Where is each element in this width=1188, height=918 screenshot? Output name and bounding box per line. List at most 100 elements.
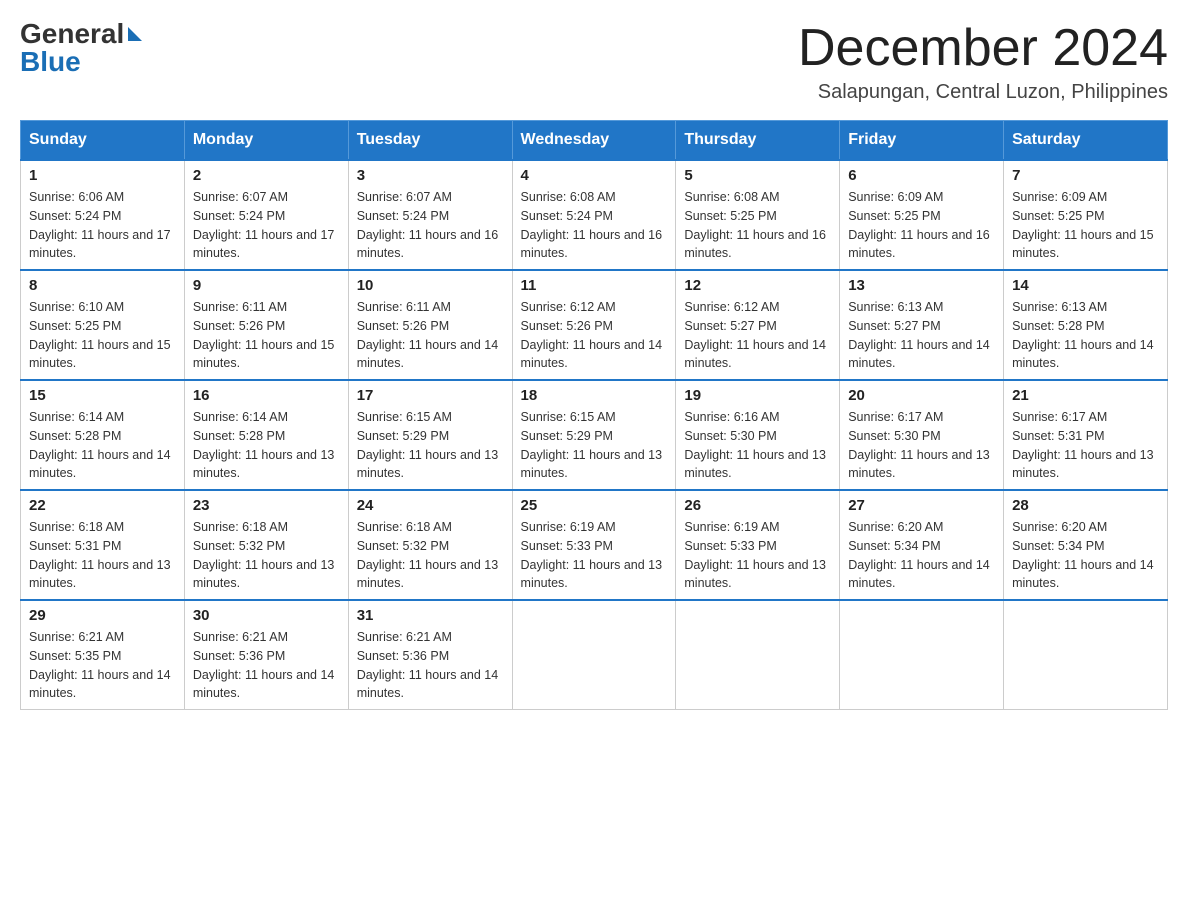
day-number: 5 xyxy=(684,167,831,184)
day-number: 20 xyxy=(848,387,995,404)
day-number: 27 xyxy=(848,497,995,514)
day-info: Sunrise: 6:20 AMSunset: 5:34 PMDaylight:… xyxy=(1012,518,1159,593)
month-title: December 2024 xyxy=(798,20,1168,77)
day-info: Sunrise: 6:09 AMSunset: 5:25 PMDaylight:… xyxy=(848,188,995,263)
calendar-cell: 24Sunrise: 6:18 AMSunset: 5:32 PMDayligh… xyxy=(348,490,512,600)
location-text: Salapungan, Central Luzon, Philippines xyxy=(798,81,1168,104)
day-info: Sunrise: 6:21 AMSunset: 5:36 PMDaylight:… xyxy=(193,628,340,703)
day-info: Sunrise: 6:17 AMSunset: 5:30 PMDaylight:… xyxy=(848,408,995,483)
day-number: 6 xyxy=(848,167,995,184)
day-number: 30 xyxy=(193,607,340,624)
day-info: Sunrise: 6:15 AMSunset: 5:29 PMDaylight:… xyxy=(521,408,668,483)
calendar-cell: 4 Sunrise: 6:08 AMSunset: 5:24 PMDaylight… xyxy=(512,160,676,270)
day-number: 17 xyxy=(357,387,504,404)
calendar-cell: 30 Sunrise: 6:21 AMSunset: 5:36 PMDayligh… xyxy=(184,600,348,710)
calendar-cell: 12 Sunrise: 6:12 AMSunset: 5:27 PMDayligh… xyxy=(676,270,840,380)
week-row-3: 15Sunrise: 6:14 AMSunset: 5:28 PMDayligh… xyxy=(21,380,1168,490)
day-info: Sunrise: 6:07 AMSunset: 5:24 PMDaylight:… xyxy=(193,188,340,263)
calendar-cell: 25 Sunrise: 6:19 AMSunset: 5:33 PMDayligh… xyxy=(512,490,676,600)
day-number: 16 xyxy=(193,387,340,404)
calendar-cell: 31 Sunrise: 6:21 AMSunset: 5:36 PMDayligh… xyxy=(348,600,512,710)
calendar-cell: 29Sunrise: 6:21 AMSunset: 5:35 PMDayligh… xyxy=(21,600,185,710)
logo-general-text: General xyxy=(20,20,124,48)
calendar-cell: 18 Sunrise: 6:15 AMSunset: 5:29 PMDayligh… xyxy=(512,380,676,490)
day-info: Sunrise: 6:07 AMSunset: 5:24 PMDaylight:… xyxy=(357,188,504,263)
column-header-wednesday: Wednesday xyxy=(512,121,676,161)
calendar-cell: 14 Sunrise: 6:13 AMSunset: 5:28 PMDayligh… xyxy=(1004,270,1168,380)
calendar-cell: 2 Sunrise: 6:07 AMSunset: 5:24 PMDaylight… xyxy=(184,160,348,270)
calendar-header-row: SundayMondayTuesdayWednesdayThursdayFrid… xyxy=(21,121,1168,161)
day-number: 13 xyxy=(848,277,995,294)
day-number: 1 xyxy=(29,167,176,184)
day-info: Sunrise: 6:13 AMSunset: 5:28 PMDaylight:… xyxy=(1012,298,1159,373)
week-row-5: 29Sunrise: 6:21 AMSunset: 5:35 PMDayligh… xyxy=(21,600,1168,710)
calendar-cell: 1 Sunrise: 6:06 AMSunset: 5:24 PMDaylight… xyxy=(21,160,185,270)
calendar-cell xyxy=(512,600,676,710)
calendar-cell: 21 Sunrise: 6:17 AMSunset: 5:31 PMDayligh… xyxy=(1004,380,1168,490)
logo-blue-text: Blue xyxy=(20,48,81,76)
column-header-friday: Friday xyxy=(840,121,1004,161)
day-number: 14 xyxy=(1012,277,1159,294)
day-number: 10 xyxy=(357,277,504,294)
calendar-table: SundayMondayTuesdayWednesdayThursdayFrid… xyxy=(20,120,1168,710)
day-info: Sunrise: 6:12 AMSunset: 5:27 PMDaylight:… xyxy=(684,298,831,373)
week-row-1: 1 Sunrise: 6:06 AMSunset: 5:24 PMDaylight… xyxy=(21,160,1168,270)
calendar-cell: 22 Sunrise: 6:18 AMSunset: 5:31 PMDayligh… xyxy=(21,490,185,600)
day-info: Sunrise: 6:20 AMSunset: 5:34 PMDaylight:… xyxy=(848,518,995,593)
calendar-cell: 27 Sunrise: 6:20 AMSunset: 5:34 PMDayligh… xyxy=(840,490,1004,600)
calendar-cell: 6 Sunrise: 6:09 AMSunset: 5:25 PMDaylight… xyxy=(840,160,1004,270)
day-number: 11 xyxy=(521,277,668,294)
logo: General Blue xyxy=(20,20,142,76)
day-info: Sunrise: 6:11 AMSunset: 5:26 PMDaylight:… xyxy=(357,298,504,373)
day-number: 2 xyxy=(193,167,340,184)
day-info: Sunrise: 6:18 AMSunset: 5:31 PMDaylight:… xyxy=(29,518,176,593)
day-info: Sunrise: 6:19 AMSunset: 5:33 PMDaylight:… xyxy=(521,518,668,593)
calendar-cell: 9 Sunrise: 6:11 AMSunset: 5:26 PMDaylight… xyxy=(184,270,348,380)
week-row-2: 8 Sunrise: 6:10 AMSunset: 5:25 PMDaylight… xyxy=(21,270,1168,380)
day-number: 26 xyxy=(684,497,831,514)
day-info: Sunrise: 6:14 AMSunset: 5:28 PMDaylight:… xyxy=(193,408,340,483)
calendar-cell: 10 Sunrise: 6:11 AMSunset: 5:26 PMDayligh… xyxy=(348,270,512,380)
day-info: Sunrise: 6:17 AMSunset: 5:31 PMDaylight:… xyxy=(1012,408,1159,483)
day-number: 8 xyxy=(29,277,176,294)
day-number: 9 xyxy=(193,277,340,294)
calendar-cell: 26Sunrise: 6:19 AMSunset: 5:33 PMDayligh… xyxy=(676,490,840,600)
week-row-4: 22 Sunrise: 6:18 AMSunset: 5:31 PMDayligh… xyxy=(21,490,1168,600)
day-number: 4 xyxy=(521,167,668,184)
day-number: 12 xyxy=(684,277,831,294)
day-number: 21 xyxy=(1012,387,1159,404)
day-info: Sunrise: 6:21 AMSunset: 5:36 PMDaylight:… xyxy=(357,628,504,703)
calendar-cell xyxy=(1004,600,1168,710)
logo-triangle-icon xyxy=(128,27,142,41)
calendar-cell xyxy=(676,600,840,710)
column-header-monday: Monday xyxy=(184,121,348,161)
day-info: Sunrise: 6:10 AMSunset: 5:25 PMDaylight:… xyxy=(29,298,176,373)
page-header: General Blue December 2024 Salapungan, C… xyxy=(20,20,1168,104)
day-info: Sunrise: 6:21 AMSunset: 5:35 PMDaylight:… xyxy=(29,628,176,703)
day-info: Sunrise: 6:11 AMSunset: 5:26 PMDaylight:… xyxy=(193,298,340,373)
day-number: 18 xyxy=(521,387,668,404)
calendar-cell xyxy=(840,600,1004,710)
day-info: Sunrise: 6:14 AMSunset: 5:28 PMDaylight:… xyxy=(29,408,176,483)
day-info: Sunrise: 6:06 AMSunset: 5:24 PMDaylight:… xyxy=(29,188,176,263)
title-section: December 2024 Salapungan, Central Luzon,… xyxy=(798,20,1168,104)
column-header-thursday: Thursday xyxy=(676,121,840,161)
day-info: Sunrise: 6:18 AMSunset: 5:32 PMDaylight:… xyxy=(193,518,340,593)
calendar-cell: 3 Sunrise: 6:07 AMSunset: 5:24 PMDaylight… xyxy=(348,160,512,270)
calendar-cell: 20 Sunrise: 6:17 AMSunset: 5:30 PMDayligh… xyxy=(840,380,1004,490)
column-header-tuesday: Tuesday xyxy=(348,121,512,161)
day-number: 25 xyxy=(521,497,668,514)
calendar-cell: 17 Sunrise: 6:15 AMSunset: 5:29 PMDayligh… xyxy=(348,380,512,490)
calendar-cell: 8 Sunrise: 6:10 AMSunset: 5:25 PMDaylight… xyxy=(21,270,185,380)
day-info: Sunrise: 6:15 AMSunset: 5:29 PMDaylight:… xyxy=(357,408,504,483)
calendar-cell: 5Sunrise: 6:08 AMSunset: 5:25 PMDaylight… xyxy=(676,160,840,270)
day-info: Sunrise: 6:18 AMSunset: 5:32 PMDaylight:… xyxy=(357,518,504,593)
day-number: 22 xyxy=(29,497,176,514)
day-info: Sunrise: 6:08 AMSunset: 5:24 PMDaylight:… xyxy=(521,188,668,263)
calendar-cell: 7Sunrise: 6:09 AMSunset: 5:25 PMDaylight… xyxy=(1004,160,1168,270)
day-number: 31 xyxy=(357,607,504,624)
day-number: 7 xyxy=(1012,167,1159,184)
calendar-cell: 11Sunrise: 6:12 AMSunset: 5:26 PMDayligh… xyxy=(512,270,676,380)
calendar-cell: 16 Sunrise: 6:14 AMSunset: 5:28 PMDayligh… xyxy=(184,380,348,490)
day-number: 3 xyxy=(357,167,504,184)
